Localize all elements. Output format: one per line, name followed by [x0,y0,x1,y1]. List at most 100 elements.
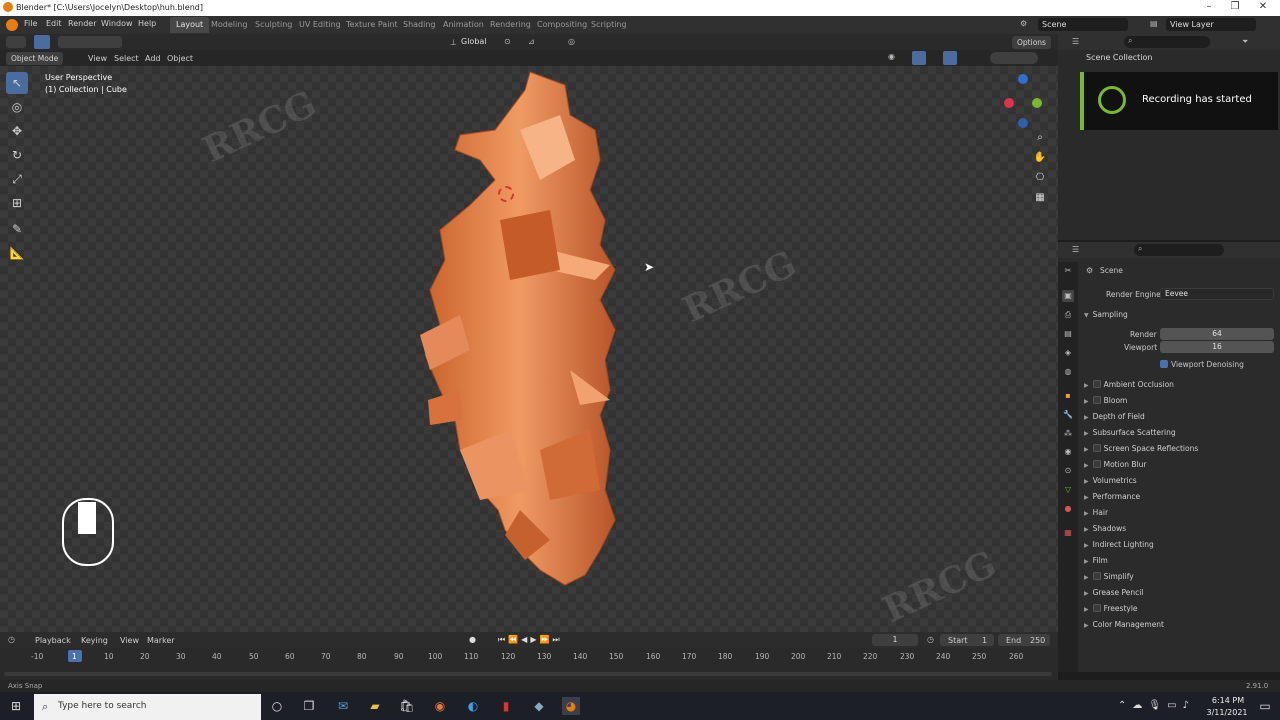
menu-file[interactable]: File [24,19,37,28]
maximize-button[interactable]: ❐ [1222,1,1248,15]
menu-window[interactable]: Window [101,19,133,28]
sampling-panel[interactable]: ▼ Sampling [1084,310,1128,319]
viewport-samples-field[interactable]: 16 [1160,341,1274,353]
texture-tab-icon[interactable]: ▦ [1062,527,1074,539]
3d-viewport[interactable]: User Perspective (1) Collection | Cube ➤ [0,66,1058,632]
visibility-icon[interactable]: ◉ [888,52,895,61]
menu-playback[interactable]: Playback [35,636,71,645]
select-tool-icon[interactable]: ↖ [6,72,28,94]
edge-icon[interactable]: ◐ [464,697,482,715]
proportional-edit-icon[interactable]: ◎ [568,37,575,46]
menu-render[interactable]: Render [68,19,96,28]
object-tab-icon[interactable]: ▪ [1062,390,1074,402]
system-tray-icons[interactable]: ⌃☁🎙▭♪ [1118,700,1195,711]
3d-cursor-icon[interactable] [498,186,514,202]
pan-hand-icon[interactable]: ✋ [1032,150,1048,166]
office-icon[interactable]: ▮ [497,697,515,715]
menu-help[interactable]: Help [138,19,156,28]
data-tab-icon[interactable]: ▽ [1062,484,1074,496]
panel-shadows[interactable]: ▶ Shadows [1084,524,1126,533]
annotate-tool-icon[interactable]: ✎ [6,218,28,240]
firefox-icon[interactable]: ◉ [431,697,449,715]
tab-animation[interactable]: Animation [437,17,490,33]
navigation-gizmo[interactable] [1000,72,1048,132]
close-button[interactable]: ✕ [1250,1,1276,15]
tab-layout[interactable]: Layout [170,17,210,33]
viewport-denoising-checkbox[interactable]: Viewport Denoising [1160,360,1244,369]
view-layer-tab-icon[interactable]: ▤ [1062,328,1074,340]
measure-tool-icon[interactable]: 📐 [6,242,28,264]
transform-tool-icon[interactable]: ⊞ [6,192,28,214]
modifier-tab-icon[interactable]: 🔧 [1062,409,1074,421]
panel-indirect-lighting[interactable]: ▶ Indirect Lighting [1084,540,1154,549]
render-tab-icon[interactable]: ▣ [1062,290,1074,302]
panel-volumetrics[interactable]: ▶ Volumetrics [1084,476,1137,485]
file-explorer-icon[interactable]: ▰ [366,697,384,715]
timeline-editor-icon[interactable]: ◷ [8,635,15,644]
tab-sculpting[interactable]: Sculpting [249,17,298,33]
world-tab-icon[interactable]: ◍ [1062,366,1074,378]
taskbar-search[interactable]: ⌕ Type here to search [34,694,261,720]
menu-object[interactable]: Object [167,54,193,63]
panel-ambient-occlusion[interactable]: ▶ Ambient Occlusion [1084,380,1174,389]
scale-tool-icon[interactable]: ⤢ [6,168,28,190]
tab-shading[interactable]: Shading [397,17,442,33]
tool-tab-icon[interactable]: ✂ [1062,265,1074,277]
mode-dropdown[interactable]: Object Mode [6,52,64,65]
panel-motion-blur[interactable]: ▶ Motion Blur [1084,460,1147,469]
scene-collection-label[interactable]: Scene Collection [1086,53,1153,62]
panel-screen-space-reflections[interactable]: ▶ Screen Space Reflections [1084,444,1198,453]
pivot-icon[interactable]: ⊙ [504,37,511,46]
cursor-tool-icon[interactable]: ◎ [6,96,28,118]
tab-scripting[interactable]: Scripting [585,17,633,33]
timeline-scrollbar[interactable] [4,672,1052,676]
particles-tab-icon[interactable]: ⁂ [1062,428,1074,440]
panel-film[interactable]: ▶ Film [1084,556,1108,565]
tab-rendering[interactable]: Rendering [484,17,537,33]
properties-search-input[interactable]: ⌕ [1134,244,1224,256]
panel-bloom[interactable]: ▶ Bloom [1084,396,1127,405]
windows-start-icon[interactable]: ⊞ [7,697,25,715]
panel-grease-pencil[interactable]: ▶ Grease Pencil [1084,588,1143,597]
outliner-search-input[interactable]: ⌕ [1124,36,1210,48]
blender-taskbar-icon[interactable]: ◕ [562,697,580,715]
options-button[interactable]: Options [1012,36,1051,49]
gizmo-toggle-icon[interactable] [912,51,926,65]
current-frame-field[interactable]: 1 [872,634,918,646]
scene-field[interactable]: Scene [1038,18,1128,31]
camera-icon[interactable]: ⎔ [1032,170,1048,186]
app-icon[interactable]: ◆ [530,697,548,715]
output-tab-icon[interactable]: ⎙ [1062,309,1074,321]
menu-keying[interactable]: Keying [81,636,108,645]
start-frame-field[interactable]: Start 1 [940,634,994,646]
menu-marker[interactable]: Marker [147,636,175,645]
shading-mode-buttons[interactable] [990,52,1038,64]
panel-freestyle[interactable]: ▶ Freestyle [1084,604,1138,613]
material-tab-icon[interactable]: ● [1062,503,1074,515]
panel-performance[interactable]: ▶ Performance [1084,492,1140,501]
render-samples-field[interactable]: 64 [1160,328,1274,340]
tab-texture-paint[interactable]: Texture Paint [340,17,404,33]
neg-z-axis-icon[interactable] [1018,118,1028,128]
selection-mode-buttons[interactable] [58,36,122,48]
mail-icon[interactable]: ✉ [334,697,352,715]
task-view-icon[interactable]: ❐ [300,697,318,715]
move-tool-icon[interactable]: ✥ [6,120,28,142]
constraints-tab-icon[interactable]: ⊙ [1062,465,1074,477]
menu-add[interactable]: Add [145,54,161,63]
end-frame-field[interactable]: End 250 [998,634,1050,646]
minimize-button[interactable]: – [1196,1,1222,15]
rotate-tool-icon[interactable]: ↻ [6,144,28,166]
menu-view[interactable]: View [88,54,107,63]
y-axis-icon[interactable] [1032,98,1042,108]
panel-hair[interactable]: ▶ Hair [1084,508,1108,517]
preview-range-icon[interactable]: ◷ [927,635,934,644]
panel-simplify[interactable]: ▶ Simplify [1084,572,1134,581]
clock-time[interactable]: 6:14 PM [1208,696,1248,705]
panel-depth-of-field[interactable]: ▶ Depth of Field [1084,412,1145,421]
properties-type-icon[interactable]: ☰ [1072,245,1079,254]
select-box-tool-icon[interactable] [34,35,50,49]
panel-color-management[interactable]: ▶ Color Management [1084,620,1164,629]
zoom-icon[interactable]: ⌕ [1032,130,1048,146]
sculpted-model[interactable] [400,70,640,590]
